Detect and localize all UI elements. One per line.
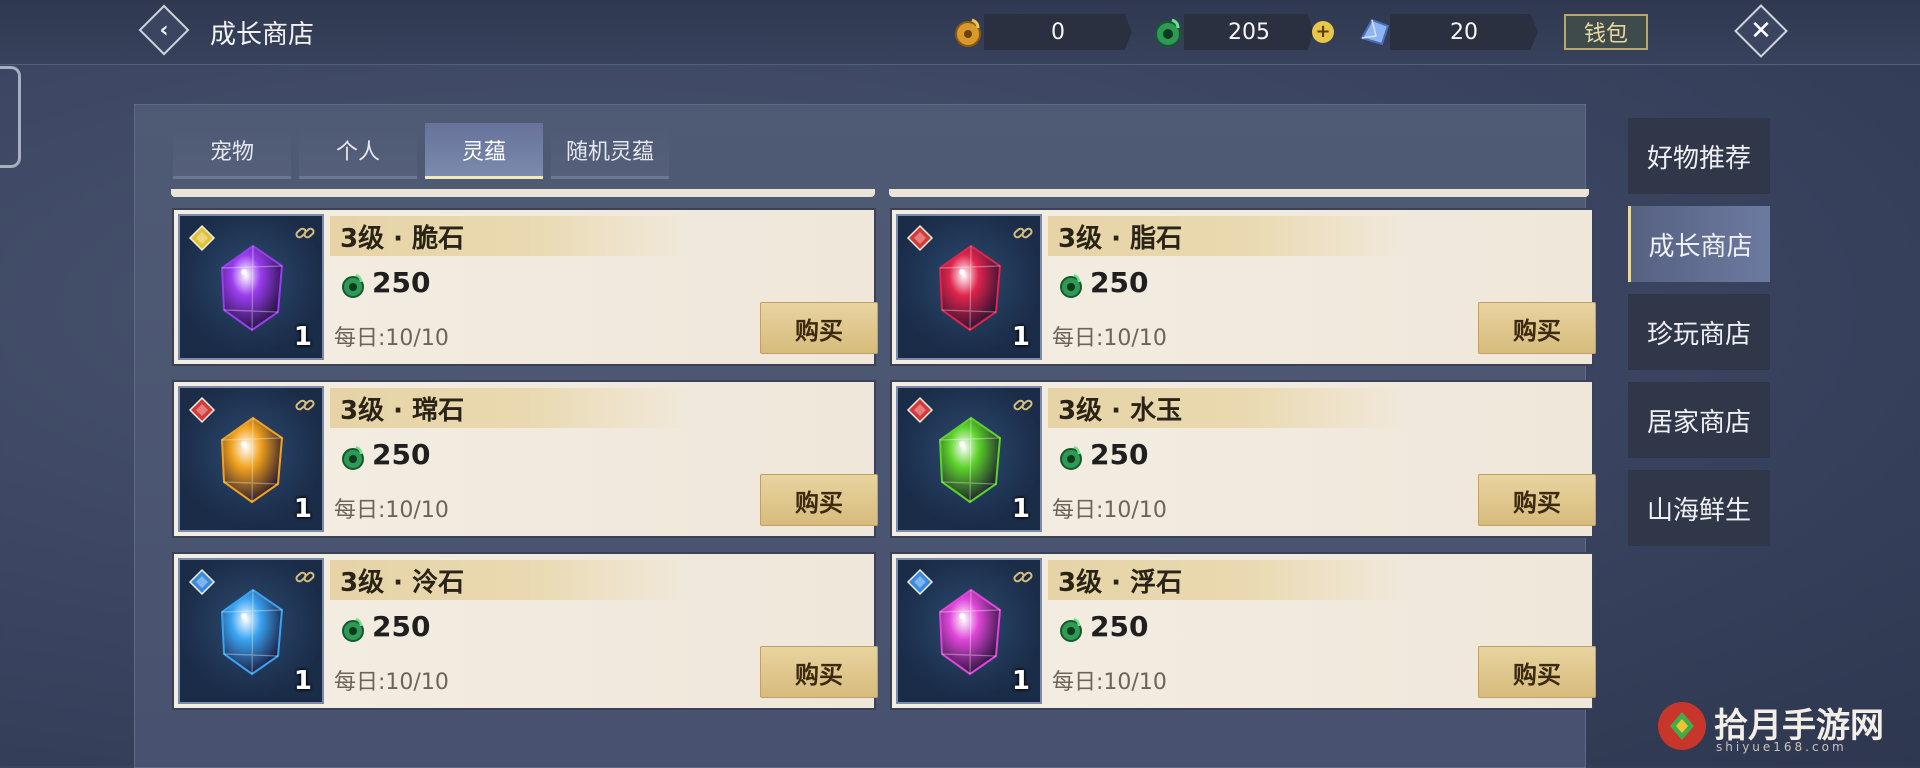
jade-coin-icon (1060, 273, 1082, 298)
tab-random-lingyun[interactable]: 随机灵蕴 (551, 123, 669, 179)
gem-icon (220, 244, 284, 332)
crystal-icon (1360, 18, 1390, 46)
item-thumbnail[interactable]: 1 (178, 558, 324, 704)
item-thumbnail[interactable]: 1 (896, 214, 1042, 360)
shop-item-card[interactable]: 1 3级 · 瑺石 250 每日:10/10 购买 (172, 380, 878, 538)
gold-coin-amount: 0 (984, 14, 1132, 50)
item-quantity: 1 (1011, 494, 1030, 524)
scrolled-card-edge (171, 189, 875, 197)
shop-item-card[interactable]: 1 3级 · 脂石 250 每日:10/10 购买 (890, 208, 1596, 366)
jade-coin-icon (1060, 617, 1082, 642)
gem-icon (938, 244, 1002, 332)
chevron-left-icon: ‹ (159, 17, 169, 43)
item-name: 3级 · 脆石 (330, 216, 690, 256)
shop-item-card[interactable]: 1 3级 · 泠石 250 每日:10/10 购买 (172, 552, 878, 710)
page-title: 成长商店 (210, 20, 315, 50)
close-icon: ✕ (1750, 16, 1772, 46)
item-name: 3级 · 浮石 (1048, 560, 1408, 600)
item-quantity: 1 (1011, 322, 1030, 352)
jade-coin-icon (342, 273, 364, 298)
tab-lingyun[interactable]: 灵蕴 (425, 123, 543, 179)
jade-coin-icon (342, 617, 364, 642)
nav-home-shop[interactable]: 居家商店 (1628, 382, 1770, 458)
item-quantity: 1 (293, 666, 312, 696)
chain-link-icon (1013, 227, 1033, 239)
item-quantity: 1 (1011, 666, 1030, 696)
gem-icon (220, 588, 284, 676)
nav-growth-shop[interactable]: 成长商店 (1628, 206, 1770, 282)
category-tabs: 宠物 个人 灵蕴 随机灵蕴 (173, 123, 669, 179)
daily-limit: 每日:10/10 (1052, 670, 1167, 695)
tab-personal[interactable]: 个人 (299, 123, 417, 179)
jade-coin-icon (1060, 445, 1082, 470)
shop-item-card[interactable]: 1 3级 · 脆石 250 每日:10/10 购买 (172, 208, 878, 366)
item-price: 250 (1090, 266, 1149, 299)
buy-button[interactable]: 购买 (1478, 646, 1596, 698)
item-quantity: 1 (293, 322, 312, 352)
item-thumbnail[interactable]: 1 (896, 558, 1042, 704)
buy-button[interactable]: 购买 (760, 474, 878, 526)
nav-seafood[interactable]: 山海鲜生 (1628, 470, 1770, 546)
buy-button[interactable]: 购买 (1478, 302, 1596, 354)
watermark-subtext: shiyue168.com (1716, 740, 1847, 754)
jade-coin-icon (1155, 18, 1181, 47)
chain-link-icon (295, 571, 315, 583)
back-button[interactable]: ‹ (138, 4, 190, 56)
tab-pet[interactable]: 宠物 (173, 123, 291, 179)
item-quantity: 1 (293, 494, 312, 524)
item-price: 250 (372, 610, 431, 643)
jade-coin-amount: 205 (1184, 14, 1314, 50)
add-currency-icon[interactable]: + (1312, 21, 1334, 43)
item-price: 250 (372, 266, 431, 299)
buy-button[interactable]: 购买 (1478, 474, 1596, 526)
item-price: 250 (372, 438, 431, 471)
buy-button[interactable]: 购买 (760, 302, 878, 354)
chain-link-icon (1013, 571, 1033, 583)
buy-button[interactable]: 购买 (760, 646, 878, 698)
gem-icon (938, 416, 1002, 504)
chain-link-icon (295, 227, 315, 239)
item-price: 250 (1090, 610, 1149, 643)
nav-treasure-shop[interactable]: 珍玩商店 (1628, 294, 1770, 370)
daily-limit: 每日:10/10 (334, 326, 449, 351)
daily-limit: 每日:10/10 (334, 498, 449, 523)
daily-limit: 每日:10/10 (1052, 498, 1167, 523)
gold-coin-icon (955, 18, 981, 47)
crystal-amount: 20 (1390, 14, 1538, 50)
left-edge-decoration (0, 66, 21, 168)
gem-icon (938, 588, 1002, 676)
item-price: 250 (1090, 438, 1149, 471)
nav-recommended[interactable]: 好物推荐 (1628, 118, 1770, 194)
chain-link-icon (1013, 399, 1033, 411)
gem-icon (220, 416, 284, 504)
top-bar: ‹ 成长商店 0 205 + 20 钱包 ✕ (0, 0, 1920, 65)
wallet-button[interactable]: 钱包 (1564, 14, 1648, 50)
item-name: 3级 · 泠石 (330, 560, 690, 600)
item-name: 3级 · 水玉 (1048, 388, 1408, 428)
item-thumbnail[interactable]: 1 (178, 386, 324, 532)
daily-limit: 每日:10/10 (334, 670, 449, 695)
close-button[interactable]: ✕ (1734, 4, 1788, 58)
item-thumbnail[interactable]: 1 (896, 386, 1042, 532)
item-name: 3级 · 瑺石 (330, 388, 690, 428)
shop-item-card[interactable]: 1 3级 · 浮石 250 每日:10/10 购买 (890, 552, 1596, 710)
item-name: 3级 · 脂石 (1048, 216, 1408, 256)
daily-limit: 每日:10/10 (1052, 326, 1167, 351)
jade-coin-icon (342, 445, 364, 470)
item-thumbnail[interactable]: 1 (178, 214, 324, 360)
chain-link-icon (295, 399, 315, 411)
scrolled-card-edge (889, 189, 1589, 197)
shop-item-card[interactable]: 1 3级 · 水玉 250 每日:10/10 购买 (890, 380, 1596, 538)
